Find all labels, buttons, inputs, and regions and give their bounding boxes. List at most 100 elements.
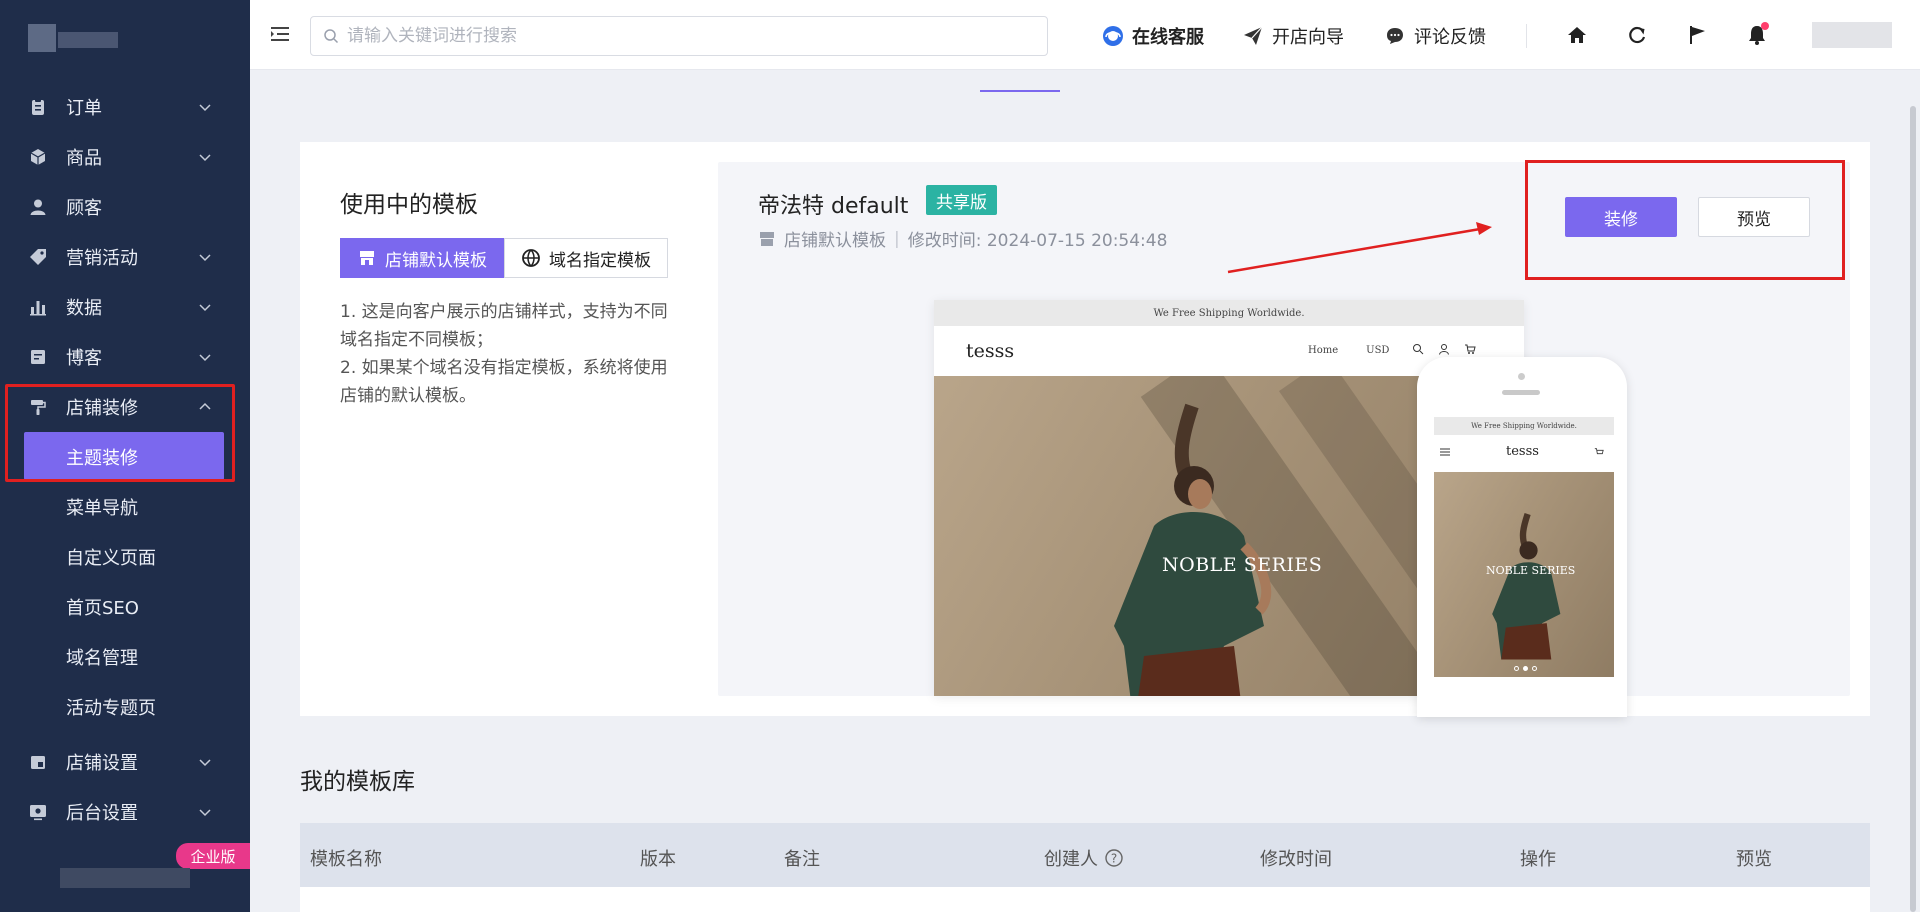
sidebar-item-label: 店铺设置 — [66, 753, 138, 774]
sidebar-subitem-custom-page[interactable]: 自定义页面 — [0, 532, 250, 582]
home-icon[interactable] — [1564, 22, 1590, 48]
mobile-brand: tesss — [1506, 444, 1539, 459]
sidebar-subitem-label: 自定义页面 — [66, 548, 156, 569]
col-preview: 预览 — [1736, 849, 1772, 870]
chevron-down-icon — [199, 809, 211, 817]
tab-domain-template[interactable]: 域名指定模板 — [504, 238, 668, 278]
sidebar-item-label: 营销活动 — [66, 248, 138, 269]
user-avatar-redacted[interactable] — [1812, 22, 1892, 48]
monitor-settings-icon — [28, 802, 48, 822]
svg-text:?: ? — [1111, 852, 1117, 866]
hamburger-icon — [1440, 448, 1450, 456]
mobile-shipping-banner: We Free Shipping Worldwide. — [1434, 417, 1614, 435]
model-figure — [1114, 403, 1272, 696]
chevron-down-icon — [199, 254, 211, 262]
flag-icon[interactable] — [1684, 22, 1710, 48]
preview-nav-home: Home — [1308, 345, 1339, 356]
notification-dot — [1761, 22, 1769, 30]
store-icon — [760, 231, 774, 246]
sidebar-item-blog[interactable]: 博客 — [0, 332, 250, 382]
decorate-button[interactable]: 装修 — [1565, 197, 1677, 237]
notification-bell-icon[interactable] — [1744, 22, 1770, 48]
sidebar-subitem-label: 域名管理 — [66, 648, 138, 669]
section-title-library: 我的模板库 — [300, 769, 415, 795]
clipboard-icon — [28, 97, 48, 117]
help-circle-icon[interactable]: ? — [1104, 848, 1124, 868]
sidebar-item-data[interactable]: 数据 — [0, 282, 250, 332]
model-figure — [1492, 513, 1561, 660]
cube-icon — [28, 147, 48, 167]
sidebar-subitem-campaign-page[interactable]: 活动专题页 — [0, 682, 250, 732]
tab-store-default-template[interactable]: 店铺默认模板 — [340, 238, 504, 278]
search-input[interactable] — [347, 26, 1027, 46]
tab-label: 店铺默认模板 — [385, 250, 487, 271]
online-support-link[interactable]: 在线客服 — [1102, 22, 1204, 50]
sidebar: 订单 商品 顾客 营销活动 数据 博客 店铺装修 主题装修 菜单导航 自定义页面… — [0, 0, 250, 912]
col-creator-label: 创建人 — [1044, 849, 1098, 870]
cart-icon — [1594, 448, 1604, 455]
store-logo[interactable] — [28, 18, 128, 54]
online-support-label: 在线客服 — [1132, 27, 1204, 48]
sidebar-item-marketing[interactable]: 营销活动 — [0, 232, 250, 282]
chevron-down-icon — [199, 304, 211, 312]
store-icon — [357, 248, 377, 268]
shipping-banner: We Free Shipping Worldwide. — [934, 300, 1524, 326]
user-icon — [28, 197, 48, 217]
preview-currency: USD — [1366, 345, 1390, 356]
chevron-down-icon — [199, 759, 211, 767]
tag-icon — [28, 247, 48, 267]
edition-badge: 企业版 — [176, 843, 250, 869]
sidebar-subitem-domain[interactable]: 域名管理 — [0, 632, 250, 682]
sidebar-subitem-label: 菜单导航 — [66, 498, 138, 519]
col-notes: 备注 — [784, 849, 820, 870]
feedback-link[interactable]: 评论反馈 — [1384, 22, 1486, 50]
col-modified-time: 修改时间 — [1260, 849, 1332, 870]
preview-brand: tesss — [966, 340, 1015, 362]
col-template-name: 模板名称 — [310, 849, 382, 870]
sidebar-subitem-homepage-seo[interactable]: 首页SEO — [0, 582, 250, 632]
user-icon — [1439, 344, 1449, 355]
preview-button[interactable]: 预览 — [1698, 197, 1810, 237]
sidebar-item-label: 订单 — [66, 98, 102, 119]
library-table-header: 模板名称 版本 备注 创建人 ? 修改时间 操作 预览 — [300, 823, 1870, 887]
bar-chart-icon — [28, 297, 48, 317]
menu-toggle-icon[interactable] — [270, 24, 290, 44]
template-type-switch: 店铺默认模板 域名指定模板 — [340, 238, 668, 278]
tab-label: 域名指定模板 — [549, 250, 651, 271]
sidebar-item-orders[interactable]: 订单 — [0, 82, 250, 132]
description-line-2: 2. 如果某个域名没有指定模板，系统将使用店铺的默认模板。 — [340, 358, 668, 406]
mobile-preview-image: We Free Shipping Worldwide. tesss NOBLE … — [1417, 357, 1627, 717]
sidebar-item-store-settings[interactable]: 店铺设置 — [0, 737, 250, 787]
sidebar-subitem-menu-nav[interactable]: 菜单导航 — [0, 482, 250, 532]
sidebar-subitem-label: 首页SEO — [66, 598, 139, 619]
template-type: 店铺默认模板 — [784, 231, 886, 251]
globe-icon — [521, 248, 541, 268]
refresh-icon[interactable] — [1624, 22, 1650, 48]
chevron-down-icon — [199, 354, 211, 362]
chat-icon — [1384, 25, 1406, 47]
feedback-label: 评论反馈 — [1414, 27, 1486, 48]
sidebar-item-label: 顾客 — [66, 198, 102, 219]
cart-icon — [1465, 344, 1476, 354]
search-box[interactable] — [310, 16, 1048, 56]
mobile-hero: NOBLE SERIES — [1434, 472, 1614, 677]
chevron-down-icon — [199, 104, 211, 112]
search-icon — [1413, 344, 1424, 355]
paper-plane-icon — [1242, 25, 1264, 47]
shared-version-tag: 共享版 — [926, 185, 997, 215]
store-guide-link[interactable]: 开店向导 — [1242, 22, 1344, 50]
sidebar-item-products[interactable]: 商品 — [0, 132, 250, 182]
sidebar-item-customers[interactable]: 顾客 — [0, 182, 250, 232]
store-guide-label: 开店向导 — [1272, 27, 1344, 48]
col-creator: 创建人 ? — [1044, 845, 1124, 871]
sidebar-item-admin-settings[interactable]: 后台设置 — [0, 787, 250, 837]
sidebar-item-label: 数据 — [66, 298, 102, 319]
description-line-1: 1. 这是向客户展示的店铺样式，支持为不同域名指定不同模板； — [340, 302, 668, 350]
page-scrollbar[interactable] — [1910, 106, 1916, 912]
annotation-arrow — [1227, 222, 1492, 274]
sidebar-item-label: 商品 — [66, 148, 102, 169]
preview-hero-text: NOBLE SERIES — [1162, 554, 1323, 576]
col-version: 版本 — [640, 849, 676, 870]
section-title-current: 使用中的模板 — [340, 192, 478, 218]
document-icon — [28, 347, 48, 367]
